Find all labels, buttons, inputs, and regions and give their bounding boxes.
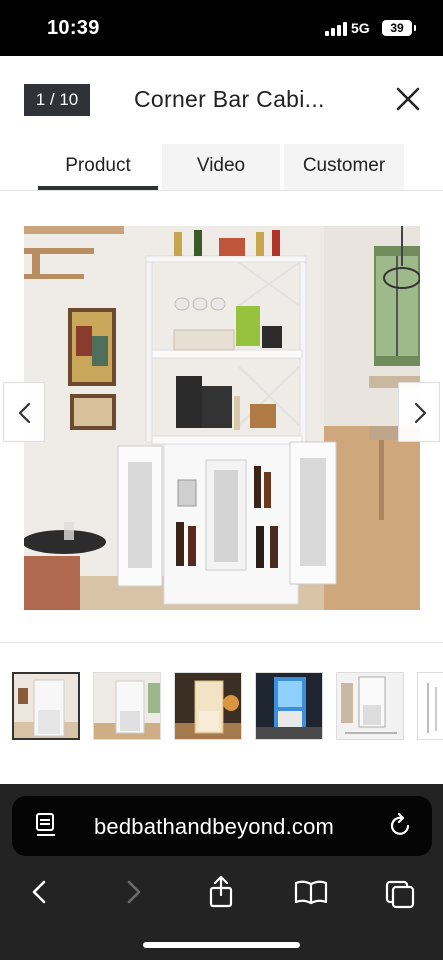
close-button[interactable] — [393, 84, 423, 114]
home-indicator[interactable] — [143, 942, 300, 948]
thumbnail-6[interactable] — [417, 672, 443, 740]
modal-title: Corner Bar Cabi... — [134, 86, 325, 112]
image-counter: 1 / 10 — [24, 84, 90, 116]
browser-toolbar: bedbathandbeyond.com — [0, 784, 443, 960]
next-image-button[interactable] — [398, 382, 440, 442]
close-icon — [396, 87, 420, 111]
address-bar[interactable]: bedbathandbeyond.com — [12, 796, 432, 856]
tabs-icon — [385, 880, 415, 909]
product-gallery-modal: 1 / 10 Corner Bar Cabi... Product Video … — [0, 56, 443, 784]
thumbnail-2[interactable] — [93, 672, 161, 740]
prev-image-button[interactable] — [3, 382, 45, 442]
tab-video-label: Video — [196, 155, 246, 176]
share-button[interactable] — [203, 874, 239, 910]
back-icon — [32, 880, 46, 904]
main-product-image[interactable] — [24, 226, 420, 610]
tabs-button[interactable] — [383, 874, 419, 910]
bookmarks-icon — [294, 880, 328, 905]
forward-icon — [127, 880, 141, 904]
chevron-left-icon — [18, 402, 31, 424]
tab-customer[interactable]: Customer — [284, 144, 404, 190]
header-divider — [0, 190, 443, 191]
status-bar: 10:39 5G 39 — [0, 0, 443, 56]
gallery-tabs: Product Video Customer — [30, 144, 410, 190]
tab-customer-label: Customer — [302, 155, 386, 176]
back-button[interactable] — [22, 874, 58, 910]
thumbnail-3[interactable] — [174, 672, 242, 740]
thumbnail-4[interactable] — [255, 672, 323, 740]
bookmarks-button[interactable] — [293, 874, 329, 910]
tab-product[interactable]: Product — [38, 144, 158, 190]
thumbnail-5[interactable] — [336, 672, 404, 740]
thumbnail-1[interactable] — [12, 672, 80, 740]
reload-icon[interactable] — [388, 812, 414, 840]
forward-button[interactable] — [115, 874, 151, 910]
battery-level: 39 — [390, 21, 404, 35]
gallery-divider — [0, 642, 443, 643]
status-time: 10:39 — [47, 17, 100, 39]
modal-header: 1 / 10 Corner Bar Cabi... — [0, 56, 443, 144]
share-icon — [209, 875, 233, 908]
thumbnail-strip — [12, 672, 443, 742]
signal-icon — [325, 22, 347, 36]
reader-icon[interactable] — [34, 812, 60, 840]
tab-product-label: Product — [65, 155, 131, 176]
url-text: bedbathandbeyond.com — [94, 814, 335, 839]
battery-icon: 39 — [382, 20, 416, 36]
chevron-right-icon — [414, 402, 427, 424]
network-label: 5G — [351, 20, 370, 36]
tab-video[interactable]: Video — [162, 144, 280, 190]
